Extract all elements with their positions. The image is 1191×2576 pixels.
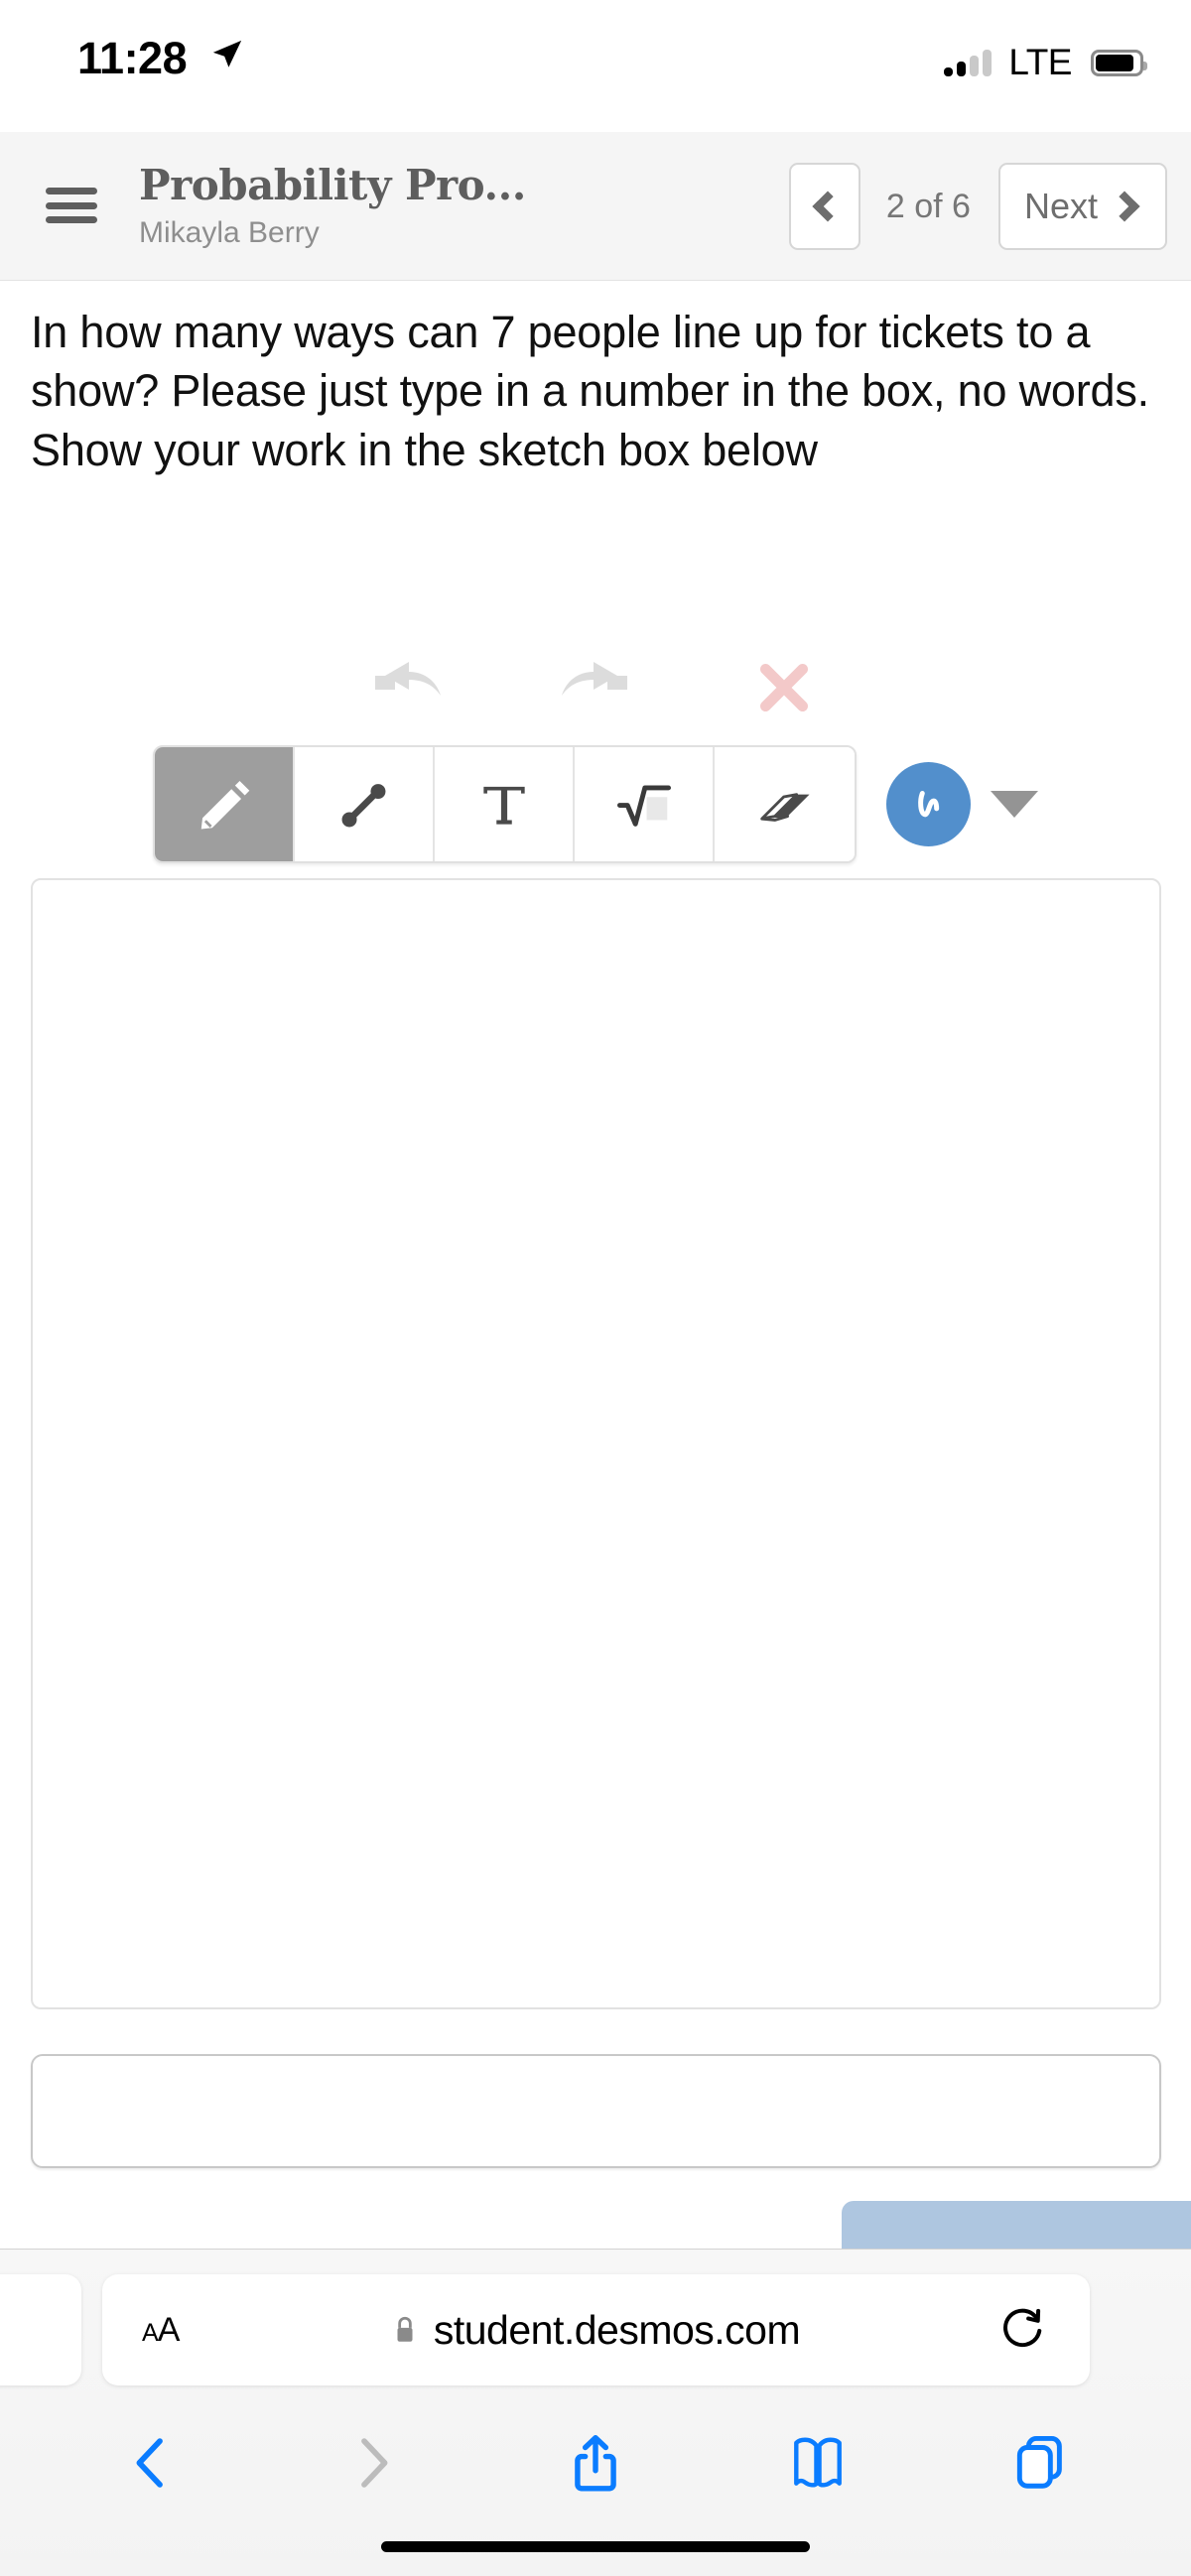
- line-segment-icon: [341, 783, 385, 827]
- chevron-right-icon: [1109, 191, 1140, 222]
- next-slide-button[interactable]: Next: [997, 163, 1167, 250]
- url-text: student.desmos.com: [433, 2306, 801, 2353]
- safari-bookmarks-button[interactable]: [782, 2427, 854, 2499]
- safari-browser-bar: AA student.desmos.com: [0, 2249, 1191, 2576]
- squiggle-stroke-icon: [917, 790, 939, 817]
- tool-eraser[interactable]: [715, 747, 855, 861]
- status-time: 11:28: [77, 33, 188, 83]
- sketch-canvas[interactable]: [31, 878, 1161, 2009]
- question-text: In how many ways can 7 people line up fo…: [31, 307, 1149, 475]
- next-slide-label: Next: [1023, 186, 1098, 226]
- tool-palette: [153, 745, 857, 863]
- undo-arrow-icon: [375, 661, 441, 696]
- status-indicators: LTE: [944, 42, 1147, 83]
- safari-tabs-button[interactable]: [1004, 2427, 1076, 2499]
- safari-forward-button[interactable]: [337, 2427, 409, 2499]
- tool-segment[interactable]: [295, 747, 435, 861]
- safari-back-button[interactable]: [115, 2427, 187, 2499]
- page-title: Probability Pro...: [139, 161, 526, 209]
- signal-bars-icon: [944, 49, 992, 76]
- undo-button[interactable]: [367, 648, 447, 727]
- eraser-icon: [759, 792, 810, 822]
- pencil-icon: [200, 780, 249, 830]
- url-display: student.desmos.com: [102, 2307, 1090, 2354]
- tool-pencil[interactable]: [155, 747, 295, 861]
- chevron-left-icon: [136, 2438, 163, 2488]
- answer-input[interactable]: [31, 2054, 1161, 2168]
- tool-text[interactable]: [435, 747, 575, 861]
- url-bar[interactable]: AA student.desmos.com: [102, 2274, 1090, 2385]
- redo-arrow-icon: [562, 661, 627, 696]
- clear-button[interactable]: [744, 648, 824, 727]
- battery-icon: [1091, 49, 1147, 76]
- chevron-left-icon: [812, 191, 844, 222]
- tool-math[interactable]: [575, 747, 715, 861]
- student-name: Mikayla Berry: [139, 216, 320, 250]
- square-root-icon: [616, 784, 671, 827]
- home-indicator: [381, 2541, 810, 2552]
- stroke-style-button[interactable]: [886, 762, 971, 846]
- page-indicator: 2 of 6: [885, 187, 971, 225]
- safari-share-button[interactable]: [560, 2427, 631, 2499]
- network-label: LTE: [1008, 42, 1072, 82]
- prev-slide-button[interactable]: [788, 163, 860, 250]
- slide-navigation: 2 of 6 Next: [788, 132, 1191, 281]
- share-up-arrow-icon: [575, 2434, 616, 2492]
- reload-icon[interactable]: [999, 2307, 1045, 2353]
- sketch-edit-actions: [0, 640, 1191, 734]
- text-t-icon: [482, 786, 525, 825]
- book-icon: [794, 2437, 842, 2488]
- redo-button[interactable]: [556, 648, 635, 727]
- hamburger-menu-icon[interactable]: [46, 184, 97, 227]
- safari-toolbar: [0, 2408, 1191, 2517]
- lock-icon: [397, 2316, 413, 2342]
- phone-screen: 11:28 LTE Probability Pro... Mikayla Ber…: [0, 0, 1191, 2576]
- tool-palette-row: [0, 742, 1191, 866]
- tabs-icon: [1016, 2436, 1062, 2489]
- caret-down-icon[interactable]: [991, 791, 1038, 818]
- chevron-right-icon: [361, 2438, 388, 2488]
- header-titles: Probability Pro... Mikayla Berry: [139, 161, 526, 250]
- ios-status-bar: 11:28 LTE: [0, 0, 1191, 132]
- adjacent-tab-peek[interactable]: [0, 2274, 81, 2385]
- close-x-icon: [760, 663, 808, 711]
- app-header: Probability Pro... Mikayla Berry 2 of 6 …: [0, 132, 1191, 281]
- location-arrow-icon: [212, 40, 242, 67]
